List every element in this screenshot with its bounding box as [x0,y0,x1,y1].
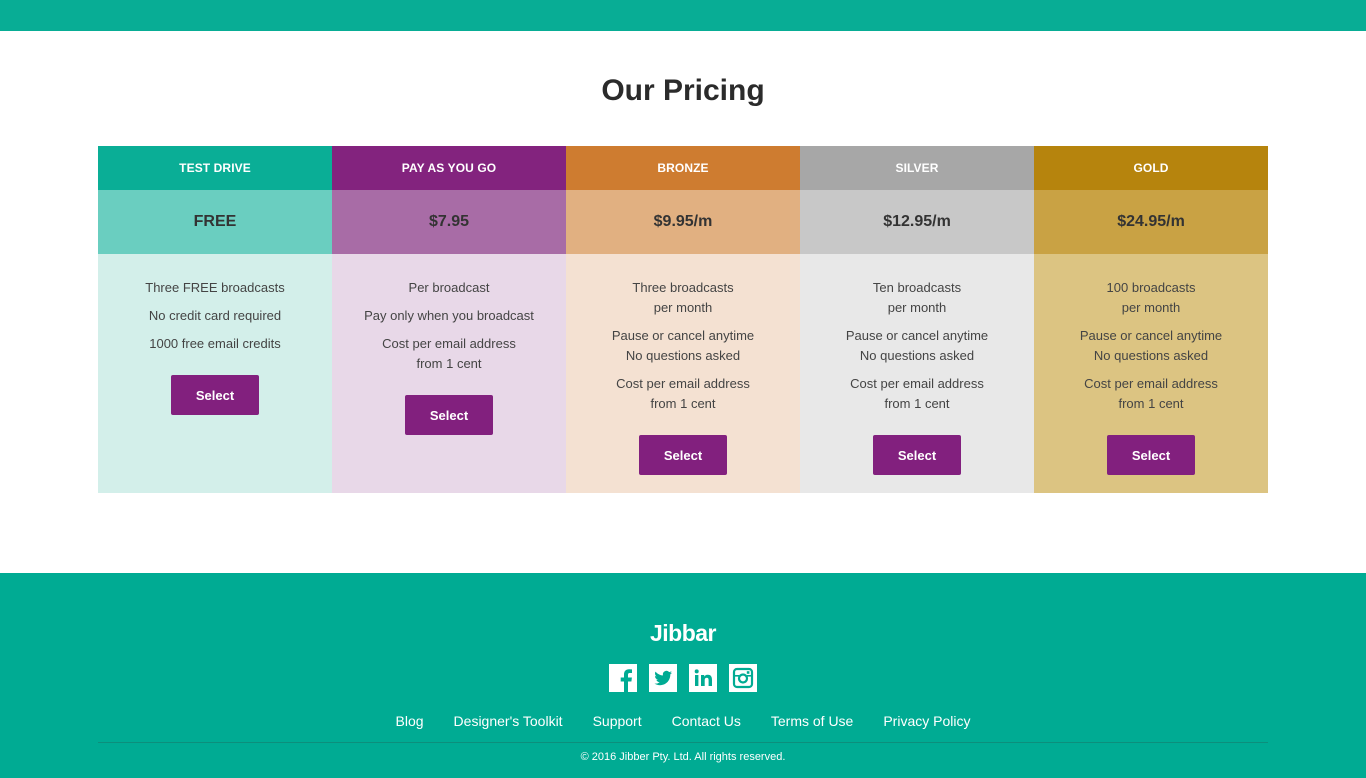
plan-feature-line: from 1 cent [884,396,950,411]
pricing-table: TEST DRIVE FREE Three FREE broadcasts No cr… [98,146,1268,493]
plan-feature-line: per month [887,300,947,315]
plan-features: Ten broadcasts per month Pause or cancel a… [800,254,1034,493]
plan-feature-line: Pay only when you broadcast [364,308,534,323]
plan-feature-line: Pause or cancel anytime [1079,328,1223,343]
footer-nav: Blog Designer's Toolkit Support Contact … [0,713,1366,729]
plan-column-test-drive: TEST DRIVE FREE Three FREE broadcasts No cr… [98,146,332,493]
plan-price: $9.95/m [566,190,800,254]
top-bar [0,0,1366,31]
plan-feature: 100 broadcasts per month [1034,278,1268,318]
select-button-test-drive[interactable]: Select [171,375,259,415]
plan-feature-line: Cost per email address [850,376,984,391]
footer-logo[interactable]: Jibbar [0,620,1366,647]
plan-feature-line: 100 broadcasts [1106,280,1196,295]
plan-feature-line: No questions asked [625,348,741,363]
plan-feature-line: Pause or cancel anytime [845,328,989,343]
plan-feature: Pay only when you broadcast [332,306,566,326]
footer-link-contact-us[interactable]: Contact Us [672,713,741,729]
copyright-text: © 2016 Jibber Pty. Ltd. All rights reser… [580,751,786,763]
plan-name: PAY AS YOU GO [332,146,566,190]
plan-feature: Per broadcast [332,278,566,298]
select-button-pay-as-you-go[interactable]: Select [405,395,493,435]
facebook-icon[interactable] [609,664,637,692]
footer-link-designers-toolkit[interactable]: Designer's Toolkit [454,713,563,729]
plan-column-pay-as-you-go: PAY AS YOU GO $7.95 Per broadcast Pay only … [332,146,566,493]
plan-price: $7.95 [332,190,566,254]
plan-feature: Pause or cancel anytime No questions aske… [800,326,1034,366]
footer: Jibbar Blog Designer's Toolkit Support C… [0,573,1366,778]
plan-feature: 1000 free email credits [98,334,332,354]
plan-feature: Ten broadcasts per month [800,278,1034,318]
plan-feature-line: No credit card required [148,308,282,323]
footer-link-privacy[interactable]: Privacy Policy [883,713,970,729]
plan-feature-line: Pause or cancel anytime [611,328,755,343]
plan-feature-line: Cost per email address [382,336,516,351]
plan-name: TEST DRIVE [98,146,332,190]
plan-features: Per broadcast Pay only when you broadcast… [332,254,566,493]
plan-feature-line: from 1 cent [416,356,482,371]
plan-column-silver: SILVER $12.95/m Ten broadcasts per month Pau… [800,146,1034,493]
select-button-silver[interactable]: Select [873,435,961,475]
plan-feature: Cost per email address from 1 cent [332,334,566,374]
plan-column-bronze: BRONZE $9.95/m Three broadcasts per month Pa… [566,146,800,493]
plan-feature-line: Cost per email address [1084,376,1218,391]
select-button-bronze[interactable]: Select [639,435,727,475]
plan-feature: Cost per email address from 1 cent [1034,374,1268,414]
footer-divider [98,742,1268,743]
plan-feature-line: No questions asked [1093,348,1209,363]
plan-feature-line: Cost per email address [616,376,750,391]
plan-feature-line: Per broadcast [408,280,490,295]
page-title: Our Pricing [601,74,765,107]
plan-feature: Pause or cancel anytime No questions aske… [1034,326,1268,366]
plan-feature: Three broadcasts per month [566,278,800,318]
plan-feature-line: 1000 free email credits [149,336,281,351]
plan-feature-line: Ten broadcasts [872,280,962,295]
plan-feature-line: Three FREE broadcasts [145,280,285,295]
plan-feature-line: per month [653,300,713,315]
social-links [609,664,757,692]
plan-feature-line: from 1 cent [1118,396,1184,411]
plan-features: 100 broadcasts per month Pause or cancel a… [1034,254,1268,493]
plan-name: SILVER [800,146,1034,190]
plan-feature-line: per month [1121,300,1181,315]
footer-link-terms[interactable]: Terms of Use [771,713,853,729]
instagram-icon[interactable] [729,664,757,692]
plan-feature: Pause or cancel anytime No questions aske… [566,326,800,366]
plan-price: FREE [98,190,332,254]
footer-link-blog[interactable]: Blog [396,713,424,729]
plan-feature: Cost per email address from 1 cent [800,374,1034,414]
plan-price: $12.95/m [800,190,1034,254]
plan-price: $24.95/m [1034,190,1268,254]
plan-feature-line: Three broadcasts [632,280,734,295]
plan-name: GOLD [1034,146,1268,190]
plan-features: Three FREE broadcasts No credit card requ… [98,254,332,493]
twitter-icon[interactable] [649,664,677,692]
plan-feature-line: from 1 cent [650,396,716,411]
plan-name: BRONZE [566,146,800,190]
plan-column-gold: GOLD $24.95/m 100 broadcasts per month Pause… [1034,146,1268,493]
linkedin-icon[interactable] [689,664,717,692]
plan-features: Three broadcasts per month Pause or cancel… [566,254,800,493]
plan-feature: No credit card required [98,306,332,326]
plan-feature-line: No questions asked [859,348,975,363]
plan-feature: Cost per email address from 1 cent [566,374,800,414]
footer-link-support[interactable]: Support [593,713,642,729]
plan-feature: Three FREE broadcasts [98,278,332,298]
select-button-gold[interactable]: Select [1107,435,1195,475]
